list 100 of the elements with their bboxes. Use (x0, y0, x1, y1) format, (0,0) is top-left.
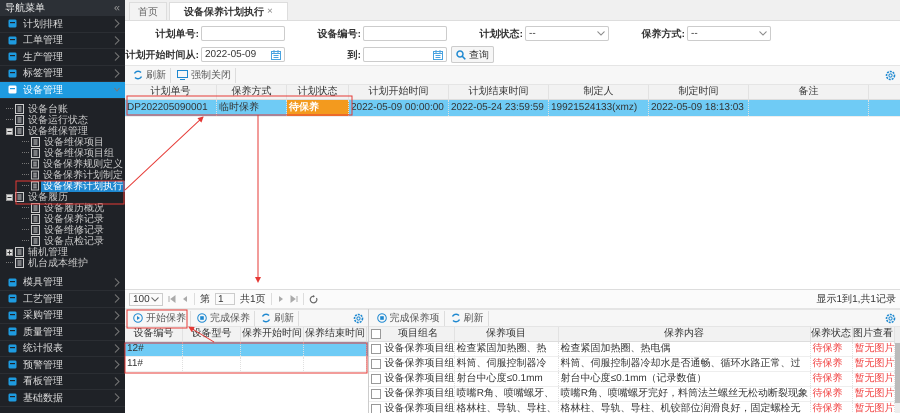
toolbar-button[interactable]: 刷新 (446, 310, 489, 326)
filter-field[interactable]: -- (687, 26, 771, 41)
tree-toggle-icon[interactable] (6, 248, 13, 256)
column-header[interactable]: 计划开始时间 (349, 85, 449, 99)
menu-item[interactable]: 采购管理 (0, 308, 125, 324)
column-header[interactable]: 保养方式 (217, 85, 287, 99)
table-row[interactable]: 12# (125, 342, 368, 357)
table-cell: 料筒、伺服控制器冷 (454, 357, 559, 371)
tree-item[interactable]: 设备台账 (26, 104, 70, 114)
column-header[interactable]: 保养结束时间 (304, 327, 367, 341)
filter-field[interactable] (201, 26, 285, 41)
settings-icon[interactable] (885, 312, 896, 324)
column-header[interactable]: 制定时间 (649, 85, 749, 99)
menu-item[interactable]: 看板管理 (0, 374, 125, 390)
tree-toggle-icon[interactable] (6, 194, 13, 200)
menu-item[interactable]: 统计报表 (0, 340, 125, 357)
tree-item[interactable]: 设备维保管理 (26, 126, 90, 136)
menu-item[interactable]: 预警管理 (0, 357, 125, 374)
refresh-icon (133, 70, 143, 80)
tree-item[interactable]: 机台成本维护 (26, 258, 90, 268)
table-row[interactable]: DP202205090001 临时保养 待保养 2022-05-09 00:00:00 2022-05-24 23:59:59 19921524133(xmz) 2022-05-09 18:13:03 (125, 100, 900, 117)
table-cell: 喷嘴R角、喷嘴螺牙完好，料筒法兰螺丝无松动断裂现象 (558, 387, 811, 401)
dropdown-icon (597, 31, 605, 36)
menu-icon (8, 376, 17, 386)
tree-item[interactable]: 设备维保项目 (42, 136, 106, 148)
row-checkbox[interactable] (370, 389, 381, 399)
tree-toggle-icon[interactable] (6, 128, 13, 134)
last-page-icon[interactable] (290, 295, 298, 303)
table-row[interactable]: 11# (125, 357, 368, 372)
menu-icon (8, 36, 17, 45)
column-header[interactable]: 计划状态 (287, 85, 349, 99)
settings-icon[interactable] (885, 70, 896, 80)
row-checkbox[interactable] (370, 359, 381, 369)
filter-label: 设备编号: (316, 28, 361, 40)
table-cell: 射台中心度≤0.1mm (454, 372, 559, 386)
menu-item[interactable]: 工艺管理 (0, 291, 125, 308)
column-header[interactable]: 计划结束时间 (449, 85, 549, 99)
table-cell: 设备保养项目组 (382, 342, 455, 356)
next-page-icon[interactable] (276, 295, 285, 303)
table-cell: 待保养 (810, 387, 853, 401)
scrollbar[interactable] (894, 327, 900, 413)
column-header[interactable]: 保养内容 (558, 327, 811, 341)
search-icon (456, 50, 466, 60)
menu-item[interactable]: 计划排程 (0, 16, 125, 32)
tree-item[interactable]: 辅机管理 (26, 246, 70, 258)
filter-label: 到: (346, 48, 361, 62)
tree-item[interactable]: 设备维修记录 (42, 224, 106, 236)
menu-item[interactable]: 基础数据 (0, 390, 125, 406)
tab-close-button[interactable]: × (267, 6, 273, 17)
row-checkbox[interactable] (370, 374, 381, 384)
menu-item[interactable]: 工单管理 (0, 32, 125, 49)
settings-icon[interactable] (352, 312, 364, 324)
date-field[interactable] (363, 47, 447, 62)
previous-page-icon[interactable] (181, 295, 189, 303)
document-icon (31, 214, 40, 224)
tab[interactable]: 设备保养计划执行 × (169, 2, 288, 20)
tree-item[interactable]: 设备履历 (26, 192, 70, 202)
tree-item[interactable]: 设备点检记录 (42, 236, 106, 246)
toolbar-button[interactable]: 完成保养项 (372, 310, 445, 326)
document-icon (31, 203, 40, 213)
toolbar-button[interactable]: 刷新 (257, 310, 299, 326)
page-size-select[interactable]: 100 (129, 292, 163, 306)
column-header[interactable]: 保养状态 (810, 327, 853, 341)
table-cell: 设备保养项目组 (382, 402, 455, 413)
toolbar-button[interactable]: 刷新 (129, 68, 171, 82)
column-header[interactable]: 保养项目 (454, 327, 559, 341)
reload-icon[interactable] (308, 294, 318, 304)
menu-icon (8, 85, 17, 94)
search-button[interactable]: 查询 (451, 46, 494, 63)
column-header[interactable]: 备注 (749, 85, 869, 99)
first-page-icon[interactable] (168, 295, 176, 303)
tab[interactable]: 首页 (129, 2, 167, 20)
toolbar-button[interactable]: 强制关闭 (173, 68, 236, 82)
row-checkbox[interactable] (370, 404, 381, 413)
tree-item[interactable]: 设备保养计划制定 (41, 170, 125, 180)
menu-icon (8, 52, 17, 62)
column-header[interactable]: 项目组名 (382, 327, 455, 341)
column-header[interactable]: 保养开始时间 (241, 327, 304, 341)
table-cell: 料筒、伺服控制器冷却水是否通畅、循环水路正常、过 (558, 357, 811, 371)
toolbar-button[interactable]: 开始保养 (129, 310, 191, 326)
page-number-field[interactable]: 1 (215, 293, 235, 305)
tree-item[interactable]: 设备维保项目组 (42, 148, 116, 158)
menu-icon (8, 278, 17, 287)
table-cell: 12# (125, 342, 183, 356)
table-cell: 2022-05-09 18:13:03 (649, 100, 749, 116)
date-field[interactable]: 2022-05-09 (201, 47, 285, 62)
tree-item[interactable]: 设备运行状态 (26, 114, 90, 126)
filter-field[interactable] (363, 26, 447, 41)
row-checkbox[interactable] (370, 344, 381, 354)
toolbar-button[interactable]: 完成保养 (193, 310, 255, 326)
collapse-button[interactable]: « (114, 2, 120, 14)
select-all-checkbox[interactable] (370, 329, 381, 339)
column-header[interactable]: 计划单号 (125, 85, 217, 99)
filter-field[interactable]: -- (525, 26, 609, 41)
column-header[interactable]: 制定人 (549, 85, 649, 99)
menu-item[interactable]: 模具管理 (0, 274, 125, 291)
menu-item[interactable]: 生产管理 (0, 49, 125, 66)
menu-item[interactable]: 质量管理 (0, 324, 125, 340)
tree-item[interactable]: 设备保养规则定义 (41, 158, 125, 170)
tree-item[interactable]: 设备保养记录 (42, 214, 106, 224)
